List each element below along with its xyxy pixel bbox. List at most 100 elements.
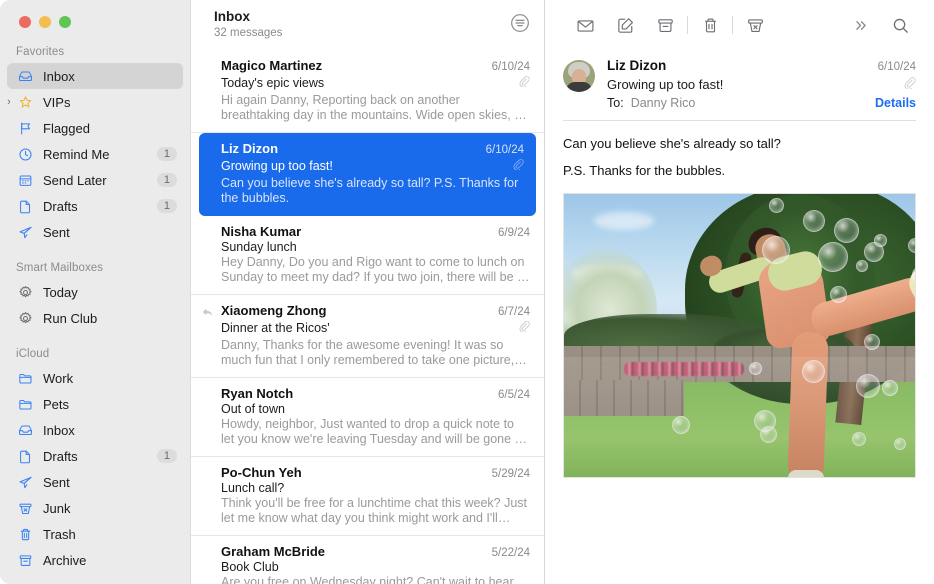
- message-list-item[interactable]: Nisha Kumar6/9/24Sunday lunchHey Danny, …: [191, 216, 544, 295]
- message-list-item[interactable]: Xiaomeng Zhong6/7/24Dinner at the Ricos'…: [191, 295, 544, 378]
- paper-plane-icon: [16, 474, 35, 491]
- message-subject: Growing up too fast!: [607, 77, 903, 92]
- sidebar-item-label: Inbox: [43, 423, 183, 438]
- details-link[interactable]: Details: [875, 96, 916, 110]
- junk-bin-icon: [16, 500, 35, 517]
- message-subject: Today's epic views: [221, 76, 512, 90]
- sidebar: FavoritesInbox›VIPsFlaggedRemind Me1Send…: [0, 0, 190, 584]
- message-preview: Hi again Danny, Reporting back on anothe…: [221, 93, 530, 123]
- message-subject: Out of town: [221, 402, 530, 416]
- sidebar-item-today[interactable]: Today: [7, 279, 183, 305]
- message-subject: Book Club: [221, 560, 530, 574]
- unread-badge: 1: [157, 173, 177, 187]
- archive-icon: [16, 552, 35, 569]
- trash-icon: [16, 526, 35, 543]
- folder-icon: [16, 370, 35, 387]
- message-list-item[interactable]: Ryan Notch6/5/24Out of townHowdy, neighb…: [191, 378, 544, 457]
- mark-unread-button[interactable]: [565, 10, 605, 40]
- sidebar-item-sent[interactable]: Sent: [7, 219, 183, 245]
- folder-icon: [16, 396, 35, 413]
- sidebar-item-pets[interactable]: Pets: [7, 391, 183, 417]
- sidebar-item-sent[interactable]: Sent: [7, 469, 183, 495]
- sidebar-item-label: Remind Me: [43, 147, 157, 162]
- delete-button[interactable]: [690, 10, 730, 40]
- sidebar-item-trash[interactable]: Trash: [7, 521, 183, 547]
- avatar: [563, 60, 595, 92]
- message-date: 6/10/24: [492, 61, 530, 73]
- chevron-right-icon[interactable]: ›: [3, 96, 15, 108]
- sidebar-item-run-club[interactable]: Run Club: [7, 305, 183, 331]
- sidebar-item-vips[interactable]: ›VIPs: [7, 89, 183, 115]
- sidebar-item-send-later[interactable]: Send Later1: [7, 167, 183, 193]
- message-preview: Think you'll be free for a lunchtime cha…: [221, 496, 530, 526]
- message-list-header: Inbox 32 messages: [191, 0, 544, 50]
- close-button[interactable]: [19, 16, 31, 28]
- unread-badge: 1: [157, 199, 177, 213]
- sidebar-item-inbox[interactable]: Inbox: [7, 63, 183, 89]
- sidebar-section-gap: [0, 245, 190, 256]
- message-body-paragraph: Can you believe she's already so tall?: [563, 135, 916, 152]
- reading-pane: Liz Dizon 6/10/24 Growing up too fast! T…: [545, 0, 934, 584]
- sidebar-item-label: Sent: [43, 225, 183, 240]
- compose-button[interactable]: [605, 10, 645, 40]
- attachment-icon: [518, 319, 530, 337]
- message-date: 6/9/24: [498, 227, 530, 239]
- mail-window: FavoritesInbox›VIPsFlaggedRemind Me1Send…: [0, 0, 934, 584]
- paper-plane-icon: [16, 224, 35, 241]
- search-icon[interactable]: [880, 10, 920, 40]
- sidebar-item-label: Drafts: [43, 449, 157, 464]
- sidebar-item-label: Trash: [43, 527, 183, 542]
- sidebar-item-inbox[interactable]: Inbox: [7, 417, 183, 443]
- reading-pane-toolbar: [545, 0, 934, 50]
- document-icon: [16, 198, 35, 215]
- message-list-item[interactable]: Po-Chun Yeh5/29/24Lunch call?Think you'l…: [191, 457, 544, 536]
- attachment-icon: [518, 74, 530, 92]
- girl-high-kick-with-bubbles-in-garden[interactable]: [563, 193, 916, 478]
- sidebar-section-header: iCloud: [0, 342, 190, 365]
- message-list-item[interactable]: Magico Martinez6/10/24Today's epic views…: [191, 50, 544, 133]
- reading-pane-blank-area: [545, 478, 934, 584]
- message-rows[interactable]: Magico Martinez6/10/24Today's epic views…: [191, 50, 544, 584]
- archive-button[interactable]: [645, 10, 685, 40]
- toolbar-divider: [687, 16, 688, 34]
- sidebar-item-archive[interactable]: Archive: [7, 547, 183, 573]
- sidebar-item-label: Inbox: [43, 69, 183, 84]
- sidebar-item-label: Archive: [43, 553, 183, 568]
- inbox-icon: [16, 422, 35, 439]
- message-sender: Ryan Notch: [221, 386, 490, 401]
- chevron-double-right-icon[interactable]: [840, 10, 880, 40]
- sidebar-item-label: Send Later: [43, 173, 157, 188]
- sidebar-item-work[interactable]: Work: [7, 365, 183, 391]
- message-sender: Xiaomeng Zhong: [221, 303, 490, 318]
- sidebar-item-label: Run Club: [43, 311, 183, 326]
- message-preview: Can you believe she's already so tall? P…: [221, 176, 524, 206]
- message-header: Liz Dizon 6/10/24 Growing up too fast! T…: [545, 50, 934, 110]
- message-preview: Howdy, neighbor, Just wanted to drop a q…: [221, 417, 530, 447]
- unread-badge: 1: [157, 449, 177, 463]
- attachment-image-wrapper[interactable]: [545, 189, 934, 478]
- message-list-item[interactable]: Graham McBride5/22/24Book ClubAre you fr…: [191, 536, 544, 584]
- message-sender: Graham McBride: [221, 544, 484, 559]
- sidebar-item-flagged[interactable]: Flagged: [7, 115, 183, 141]
- document-icon: [16, 448, 35, 465]
- sort-filter-icon[interactable]: [510, 13, 530, 38]
- sidebar-item-junk[interactable]: Junk: [7, 495, 183, 521]
- minimize-button[interactable]: [39, 16, 51, 28]
- sidebar-item-remind-me[interactable]: Remind Me1: [7, 141, 183, 167]
- replied-icon: [201, 306, 214, 324]
- clock-icon: [16, 146, 35, 163]
- to-label: To:: [607, 96, 624, 110]
- sidebar-item-label: Today: [43, 285, 183, 300]
- sidebar-item-drafts[interactable]: Drafts1: [7, 443, 183, 469]
- message-date: 5/29/24: [492, 468, 530, 480]
- sidebar-item-label: Drafts: [43, 199, 157, 214]
- sidebar-item-drafts[interactable]: Drafts1: [7, 193, 183, 219]
- message-list-item[interactable]: Liz Dizon6/10/24Growing up too fast!Can …: [199, 133, 536, 216]
- message-date: 6/7/24: [498, 306, 530, 318]
- sidebar-section-gap: [0, 331, 190, 342]
- message-date: 5/22/24: [492, 547, 530, 559]
- zoom-button[interactable]: [59, 16, 71, 28]
- inbox-icon: [16, 68, 35, 85]
- attachment-icon: [512, 157, 524, 175]
- junk-button[interactable]: [735, 10, 775, 40]
